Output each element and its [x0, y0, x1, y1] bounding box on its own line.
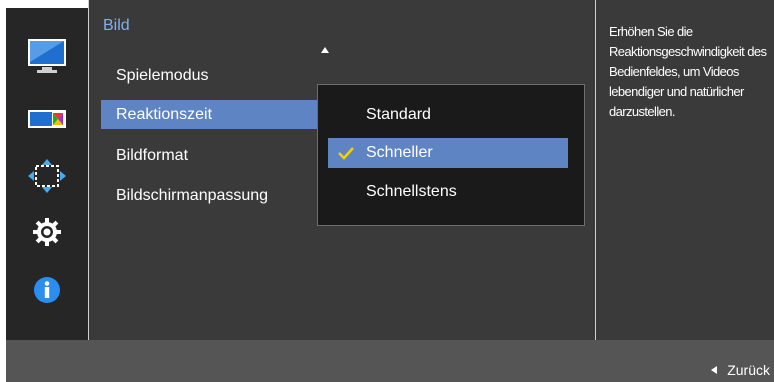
menu-item-response-time[interactable]: Reaktionszeit [101, 100, 321, 129]
monitor-osd: Bild Spielemodus Reaktionszeit Bildforma… [0, 0, 774, 382]
picture-icon[interactable] [6, 38, 88, 74]
resize-icon[interactable] [6, 158, 88, 194]
menu-item-game-mode[interactable]: Spielemodus [101, 61, 319, 90]
bottom-bar: Zurück [6, 340, 774, 382]
info-icon[interactable] [6, 272, 88, 308]
option-standard[interactable]: Standard [328, 100, 568, 130]
menu-item-screen-adjustment[interactable]: Bildschirmanpassung [101, 181, 319, 210]
rail-top-strip [6, 0, 88, 8]
help-panel: Erhöhen Sie die Reaktionsgeschwindigkeit… [596, 0, 774, 340]
menu-item-picture-size[interactable]: Bildformat [101, 141, 319, 170]
panel-title: Bild [103, 17, 130, 34]
option-fastest[interactable]: Schnellstens [328, 177, 568, 207]
response-time-dropdown: Standard Schneller Schnellstens [317, 84, 585, 226]
gear-icon[interactable] [6, 214, 88, 250]
picture-menu-panel: Bild Spielemodus Reaktionszeit Bildforma… [88, 0, 596, 340]
category-rail [6, 0, 88, 340]
scroll-up-arrow-icon[interactable] [321, 47, 329, 53]
option-faster-label: Schneller [366, 144, 433, 161]
back-button[interactable]: Zurück [711, 362, 770, 378]
back-label: Zurück [727, 362, 770, 378]
color-icon[interactable] [6, 101, 88, 137]
checkmark-icon [338, 147, 354, 160]
help-text: Erhöhen Sie die Reaktionsgeschwindigkeit… [609, 24, 767, 119]
option-faster[interactable]: Schneller [328, 138, 568, 168]
back-arrow-icon [711, 366, 718, 374]
